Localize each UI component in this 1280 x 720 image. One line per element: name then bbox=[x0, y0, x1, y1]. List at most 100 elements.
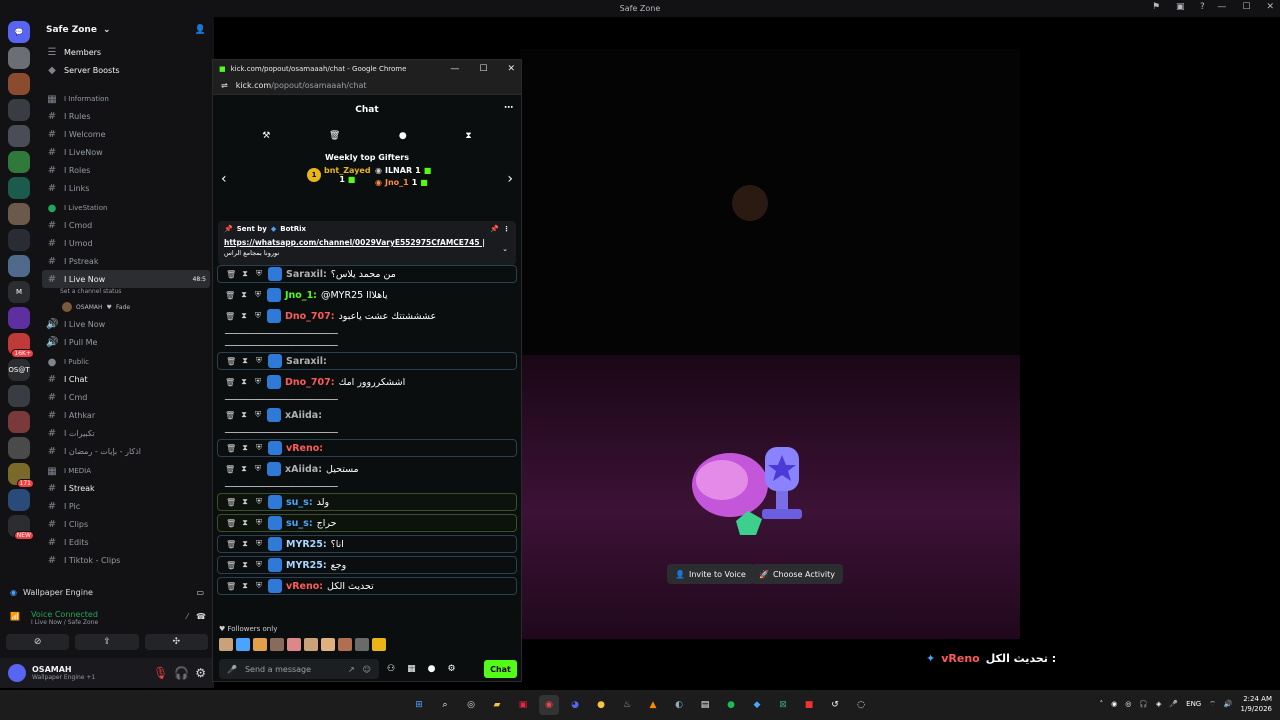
shield-icon[interactable]: ⛨ bbox=[254, 443, 264, 453]
vlc-icon[interactable]: ▲ bbox=[643, 695, 663, 715]
channel-livenow[interactable]: # I LiveNow bbox=[38, 143, 214, 161]
file-explorer-icon[interactable]: ▰ bbox=[487, 695, 507, 715]
server-icon[interactable] bbox=[8, 515, 35, 540]
emote[interactable] bbox=[372, 638, 386, 651]
deafen-icon[interactable]: 🎧 bbox=[174, 666, 189, 680]
address-bar[interactable]: ⇌ kick.com/popout/osamaaah/chat bbox=[213, 77, 521, 95]
server-icon[interactable] bbox=[8, 255, 30, 277]
search-icon[interactable]: ⌕ bbox=[435, 695, 455, 715]
help-icon[interactable]: ? bbox=[1200, 2, 1205, 12]
gavel-icon[interactable]: ⚒ bbox=[262, 131, 270, 141]
trash-icon[interactable]: 🗑 bbox=[225, 378, 235, 387]
server-icon[interactable] bbox=[8, 385, 30, 407]
settings-icon[interactable]: ⚙ bbox=[195, 666, 206, 680]
hourglass-icon[interactable]: ⧗ bbox=[465, 131, 471, 141]
shield-icon[interactable]: ⛨ bbox=[253, 464, 263, 474]
shield-icon[interactable]: ⛨ bbox=[254, 497, 264, 507]
mic-icon[interactable]: 🎤 bbox=[227, 665, 237, 674]
command-icon[interactable]: ↗ bbox=[348, 665, 355, 674]
message-username[interactable]: Dno_707: bbox=[285, 377, 335, 388]
shield-icon[interactable]: ⛨ bbox=[254, 539, 264, 549]
server-icon[interactable] bbox=[8, 177, 30, 199]
channel-clips[interactable]: # I Clips bbox=[38, 515, 214, 533]
shield-icon[interactable]: ⛨ bbox=[253, 290, 263, 300]
trash-icon[interactable]: 🗑 bbox=[226, 519, 236, 528]
steam-icon[interactable]: ♨ bbox=[617, 695, 637, 715]
trash-icon[interactable]: 🗑 bbox=[225, 411, 235, 420]
chat-message[interactable]: 🗑 ⧗ ⛨ MYR25: انا؟ bbox=[217, 535, 517, 553]
server-icon[interactable] bbox=[8, 333, 35, 358]
trash-icon[interactable]: 🗑 bbox=[226, 444, 236, 453]
server-icon[interactable] bbox=[8, 73, 30, 95]
emote[interactable] bbox=[236, 638, 250, 651]
message-username[interactable]: MYR25: bbox=[286, 560, 327, 571]
mute-icon[interactable]: 🎙 bbox=[153, 666, 168, 680]
shield-icon[interactable]: ⛨ bbox=[253, 410, 263, 420]
category-media[interactable]: ▦ I MEDIA bbox=[38, 463, 214, 479]
send-chat-button[interactable]: Chat bbox=[484, 660, 517, 678]
store-icon[interactable]: ▦ bbox=[407, 664, 416, 674]
shield-icon[interactable]: ⛨ bbox=[253, 377, 263, 387]
shield-icon[interactable]: ⛨ bbox=[254, 560, 264, 570]
emote[interactable] bbox=[253, 638, 267, 651]
trash-icon[interactable]: 🗑 bbox=[226, 561, 236, 570]
trash-icon[interactable]: 🗑 bbox=[225, 465, 235, 474]
voice-user[interactable]: OSAMAH ♥ Fade bbox=[38, 299, 214, 315]
app-icon[interactable]: ◆ bbox=[747, 695, 767, 715]
unpin-icon[interactable]: 📌 bbox=[490, 225, 499, 233]
server-icon[interactable]: 💬 bbox=[8, 21, 30, 43]
emote[interactable] bbox=[338, 638, 352, 651]
discord-icon[interactable]: ◕ bbox=[565, 695, 585, 715]
hourglass-icon[interactable]: ⧗ bbox=[240, 269, 250, 279]
channel-links[interactable]: # I Links bbox=[38, 179, 214, 197]
app-icon[interactable]: ↺ bbox=[825, 695, 845, 715]
trash-icon[interactable]: 🗑 bbox=[226, 357, 236, 366]
emote[interactable] bbox=[304, 638, 318, 651]
server-icon[interactable] bbox=[8, 463, 34, 488]
shield-icon[interactable]: ⛨ bbox=[254, 581, 264, 591]
maximize-icon[interactable]: ☐ bbox=[479, 64, 487, 74]
chat-bubble-icon[interactable]: ● bbox=[399, 131, 407, 141]
chevron-down-icon[interactable]: ⌄ bbox=[502, 245, 508, 253]
raid-icon[interactable]: ⚇ bbox=[387, 664, 395, 674]
server-icon[interactable] bbox=[8, 125, 30, 147]
choose-activity-button[interactable]: 🚀 Choose Activity bbox=[751, 564, 843, 584]
app-icon[interactable]: ■ bbox=[799, 695, 819, 715]
wifi-icon[interactable]: ⌔ bbox=[1209, 700, 1216, 709]
chat-message[interactable]: 🗑 ⧗ ⛨ su_s: ولد bbox=[217, 493, 517, 511]
server-icon[interactable] bbox=[8, 203, 30, 225]
spotify-icon[interactable]: ● bbox=[721, 695, 741, 715]
channel-cmod[interactable]: # I Cmod bbox=[38, 216, 214, 234]
shield-icon[interactable]: ⛨ bbox=[254, 269, 264, 279]
channel-live-now[interactable]: # I Live Now 48:5 bbox=[42, 270, 210, 288]
chevron-up-icon[interactable]: ˄ bbox=[1100, 700, 1104, 708]
server-icon[interactable]: M bbox=[8, 281, 30, 303]
wallpaper-engine-activity[interactable]: ◉ Wallpaper Engine ▭ bbox=[0, 582, 214, 602]
hourglass-icon[interactable]: ⧗ bbox=[239, 377, 249, 387]
channel-chat[interactable]: # I Chat bbox=[38, 370, 214, 388]
trash-icon[interactable]: 🗑 bbox=[225, 312, 235, 321]
chrome-icon[interactable]: ◉ bbox=[539, 695, 559, 715]
channel-cmd[interactable]: # I Cmd bbox=[38, 388, 214, 406]
voice-connected-panel[interactable]: 📶 Voice Connected I Live Now / Safe Zone… bbox=[0, 602, 214, 634]
pinned-link[interactable]: https://whatsapp.com/channel/0029VaryE55… bbox=[224, 238, 510, 247]
chevron-right-icon[interactable]: › bbox=[507, 171, 513, 187]
emoji-icon[interactable]: ☺ bbox=[363, 665, 371, 674]
inbox-icon[interactable]: ⚑ bbox=[1152, 2, 1160, 12]
volume-icon[interactable]: 🔊 bbox=[1224, 700, 1233, 708]
headset-icon[interactable]: 🎧 bbox=[1139, 700, 1148, 708]
tray-app-icon[interactable]: ◎ bbox=[1125, 700, 1131, 708]
channel-live-now-2[interactable]: 🔊 I Live Now bbox=[38, 315, 214, 333]
gifter-2[interactable]: ◉ ILNAR 1 ■ bbox=[375, 166, 431, 175]
message-username[interactable]: su_s: bbox=[286, 518, 313, 529]
channel-status[interactable]: Set a channel status bbox=[38, 288, 214, 299]
trash-icon[interactable]: 🗑 bbox=[226, 582, 236, 591]
maximize-icon[interactable]: ☐ bbox=[1242, 2, 1250, 12]
screen-icon[interactable]: ▣ bbox=[1176, 2, 1185, 12]
tray-app-icon[interactable]: ◈ bbox=[1156, 700, 1161, 708]
chat-message[interactable]: 🗑 ⧗ ⛨ MYR25: وجع bbox=[217, 556, 517, 574]
activities-button[interactable]: ✣ bbox=[144, 634, 208, 650]
tray-app-icon[interactable]: ◉ bbox=[1111, 700, 1117, 708]
message-username[interactable]: MYR25: bbox=[286, 539, 327, 550]
language-indicator[interactable]: ENG bbox=[1186, 700, 1201, 708]
